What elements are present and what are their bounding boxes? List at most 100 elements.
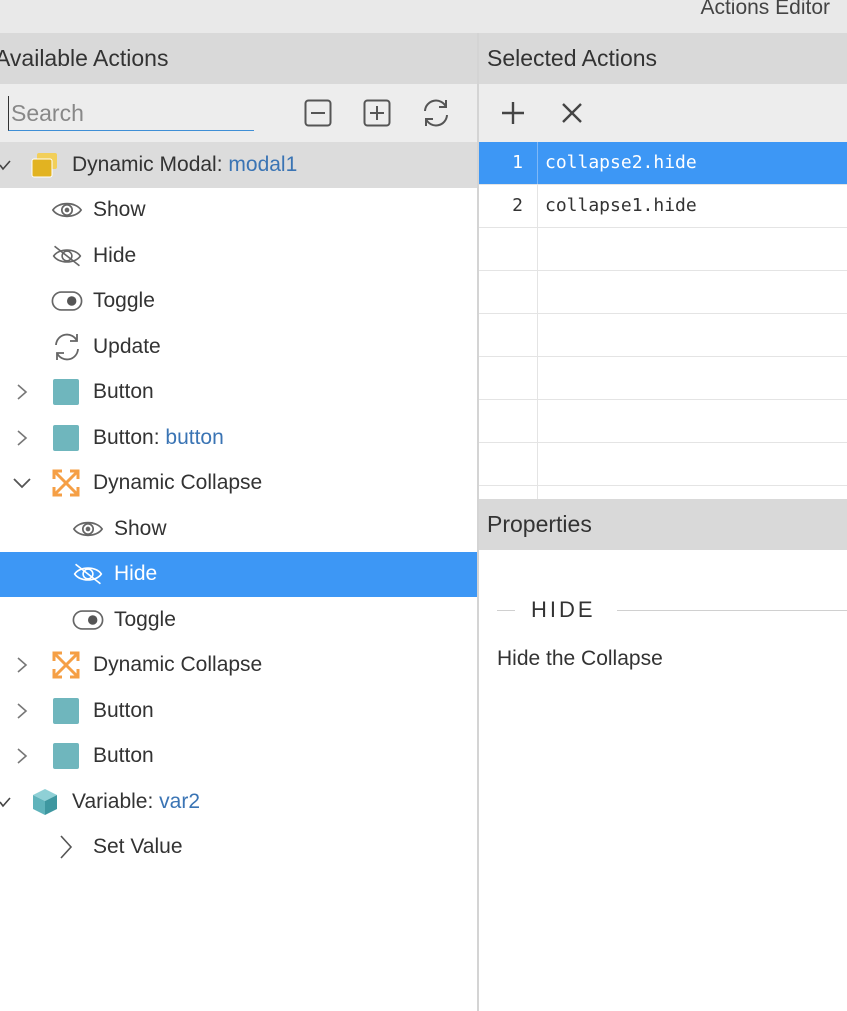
- tree-item-label: Button: [93, 744, 154, 768]
- tree-item-label: Hide: [93, 243, 137, 267]
- tree-item-button-button[interactable]: Button: button: [0, 415, 477, 461]
- plus-square-icon: [363, 99, 391, 127]
- selected-actions-header: Selected Actions: [479, 33, 847, 84]
- tree-item-variable[interactable]: Variable: var2: [0, 779, 477, 825]
- button-icon: [50, 697, 82, 725]
- tree-item-dynamic-modal[interactable]: Dynamic Modal: modal1: [0, 142, 477, 188]
- empty-row: [479, 271, 847, 314]
- search-input[interactable]: [8, 96, 254, 131]
- window-title: Actions Editor: [700, 0, 830, 19]
- check-icon: [0, 792, 15, 812]
- action-tree: Dynamic Modal: modal1 Show Hide Toggle U…: [0, 142, 477, 870]
- tree-item-label: Show: [93, 198, 146, 222]
- eye-slash-icon: [51, 242, 83, 270]
- tree-item-label: Dynamic Collapse: [93, 653, 263, 677]
- available-actions-title: Available Actions: [0, 45, 169, 71]
- tree-item-set-value[interactable]: Set Value: [0, 825, 477, 871]
- chevron-right-icon[interactable]: [12, 428, 32, 448]
- empty-row: [479, 400, 847, 443]
- available-actions-toolbar: [0, 84, 477, 142]
- tree-item-button[interactable]: Button: [0, 370, 477, 416]
- button-icon: [50, 424, 82, 452]
- toggle-icon: [51, 287, 83, 315]
- selected-actions-panel: Selected Actions 1 collapse2.hide 2 coll…: [479, 33, 847, 1011]
- table-row[interactable]: 1 collapse2.hide: [479, 142, 847, 185]
- eye-icon: [51, 196, 83, 224]
- empty-row: [479, 314, 847, 357]
- empty-row: [479, 443, 847, 486]
- tree-item-label: Set Value: [93, 835, 183, 859]
- available-actions-panel: Available Actions Dynamic Modal: modal1 …: [0, 33, 477, 1011]
- remove-action-button[interactable]: [556, 97, 588, 129]
- tree-item-label: Hide: [114, 562, 158, 586]
- available-actions-header: Available Actions: [0, 33, 477, 84]
- empty-row: [479, 357, 847, 400]
- close-icon: [562, 103, 582, 123]
- tree-item-value: var2: [159, 789, 201, 813]
- collapse-icon: [50, 651, 82, 679]
- chevron-right-icon[interactable]: [12, 382, 32, 402]
- divider: [617, 610, 847, 611]
- plus-icon: [502, 102, 524, 124]
- tree-item-show[interactable]: Show: [0, 188, 477, 234]
- properties-header: Properties: [479, 499, 847, 550]
- cube-icon: [29, 788, 61, 816]
- properties-title: Properties: [487, 511, 592, 537]
- refresh-icon: [51, 333, 83, 361]
- minus-square-icon: [304, 99, 332, 127]
- row-index: 2: [479, 185, 538, 227]
- action-title: HIDE: [531, 597, 596, 622]
- collapse-all-button[interactable]: [302, 97, 334, 129]
- tree-item-dynamic-collapse[interactable]: Dynamic Collapse: [0, 461, 477, 507]
- tree-item-button[interactable]: Button: [0, 734, 477, 780]
- tree-item-label: Button:: [93, 425, 166, 449]
- tree-item-label: Button: [93, 380, 154, 404]
- chevron-right-icon[interactable]: [12, 655, 32, 675]
- tree-item-value: button: [165, 425, 224, 449]
- tree-item-hide[interactable]: Hide: [0, 233, 477, 279]
- chevron-right-icon[interactable]: [12, 746, 32, 766]
- tree-item-toggle[interactable]: Toggle: [0, 279, 477, 325]
- tree-item-value: modal1: [228, 152, 298, 176]
- button-icon: [50, 742, 82, 770]
- chevron-down-icon[interactable]: [12, 473, 32, 493]
- empty-row: [479, 228, 847, 271]
- tree-item-label: Toggle: [93, 289, 155, 313]
- toggle-icon: [72, 606, 104, 634]
- tree-item-hide-selected[interactable]: Hide: [0, 551, 477, 597]
- selected-actions-title: Selected Actions: [487, 45, 658, 71]
- add-action-button[interactable]: [497, 97, 529, 129]
- selected-actions-toolbar: [479, 84, 847, 142]
- action-name: collapse2.hide: [545, 152, 697, 173]
- refresh-button[interactable]: [420, 97, 452, 129]
- eye-slash-icon: [72, 560, 104, 588]
- tree-item-toggle[interactable]: Toggle: [0, 597, 477, 643]
- chevron-right-icon[interactable]: [12, 701, 32, 721]
- tree-item-label: Show: [114, 516, 167, 540]
- eye-icon: [72, 515, 104, 543]
- tree-item-label: Button: [93, 698, 154, 722]
- tree-item-label: Dynamic Modal:: [72, 152, 229, 176]
- check-icon: [0, 155, 15, 175]
- button-icon: [50, 378, 82, 406]
- tree-item-button[interactable]: Button: [0, 688, 477, 734]
- chevron-right-icon[interactable]: [56, 835, 76, 859]
- tree-item-label: Dynamic Collapse: [93, 471, 263, 495]
- tree-item-label: Variable:: [72, 789, 160, 813]
- refresh-icon: [424, 99, 448, 127]
- tree-item-update[interactable]: Update: [0, 324, 477, 370]
- action-description: Hide the Collapse: [497, 647, 663, 670]
- modal-icon: [29, 151, 61, 179]
- expand-all-button[interactable]: [361, 97, 393, 129]
- action-name: collapse1.hide: [545, 195, 697, 216]
- property-section-title: HIDE: [497, 597, 847, 623]
- tree-item-label: Toggle: [114, 607, 176, 631]
- selected-actions-grid: 1 collapse2.hide 2 collapse1.hide: [479, 142, 847, 506]
- divider: [497, 610, 515, 611]
- table-row[interactable]: 2 collapse1.hide: [479, 185, 847, 228]
- tree-item-label: Update: [93, 334, 161, 358]
- tree-item-show[interactable]: Show: [0, 506, 477, 552]
- row-index: 1: [479, 142, 538, 184]
- tree-item-dynamic-collapse[interactable]: Dynamic Collapse: [0, 643, 477, 689]
- title-bar: Actions Editor: [0, 0, 847, 33]
